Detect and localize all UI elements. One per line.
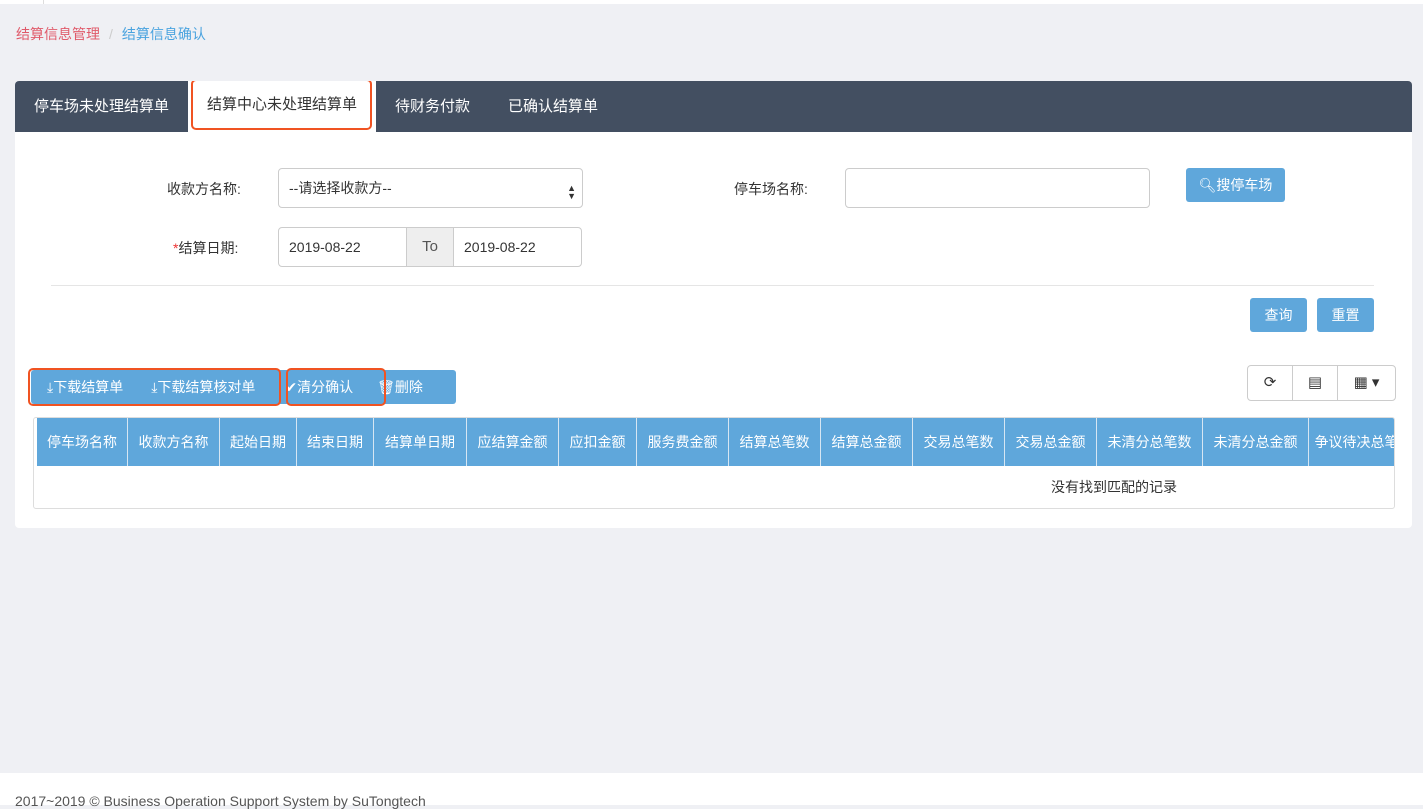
column-header[interactable]: 结算单日期 [374, 418, 467, 466]
payee-select[interactable]: --请选择收款方-- ▲ ▼ [278, 168, 583, 208]
column-header[interactable]: 结算总金额 [821, 418, 913, 466]
table-header: 停车场名称 收款方名称 起始日期 结束日期 结算单日期 应结算金额 应扣金额 服务费金额 结算总… [37, 418, 1394, 466]
settlement-table: 停车场名称 收款方名称 起始日期 结束日期 结算单日期 应结算金额 应扣金额 服务费金额 结算总… [33, 417, 1395, 509]
payee-select-value: --请选择收款方-- [289, 180, 392, 196]
tab-parking-unprocessed[interactable]: 停车场未处理结算单 [15, 81, 188, 132]
tab-center-unprocessed[interactable]: 结算中心未处理结算单 [188, 81, 377, 132]
tab-pending-payment[interactable]: 待财务付款 [376, 81, 489, 132]
column-header[interactable]: 应结算金额 [467, 418, 559, 466]
refresh-icon[interactable]: ⟳ [1248, 366, 1293, 400]
main-card: 停车场未处理结算单 结算中心未处理结算单 待财务付款 已确认结算单 收款方名称:… [15, 81, 1412, 528]
date-from-input[interactable]: 2019-08-22 [278, 227, 407, 267]
top-bar [0, 0, 1423, 4]
list-view-icon[interactable]: ▤ [1293, 366, 1338, 400]
payee-label: 收款方名称: [167, 181, 241, 197]
highlight-confirm [286, 368, 386, 406]
column-header[interactable]: 未清分总笔数 [1097, 418, 1203, 466]
empty-message: 没有找到匹配的记录 [1051, 479, 1177, 495]
parking-label: 停车场名称: [734, 181, 808, 197]
date-to-input[interactable]: 2019-08-22 [453, 227, 582, 267]
query-button[interactable]: 查询 [1250, 298, 1307, 332]
search-parking-button[interactable]: 🔍︎搜停车场 [1186, 168, 1285, 202]
columns-dropdown-icon[interactable]: ▦ ▾ [1338, 366, 1395, 400]
parking-name-input[interactable] [845, 168, 1150, 208]
footer: 2017~2019 © Business Operation Support S… [0, 773, 1423, 809]
reset-button[interactable]: 重置 [1317, 298, 1374, 332]
breadcrumb-current: 结算信息确认 [121, 26, 206, 42]
column-header[interactable]: 服务费金额 [637, 418, 729, 466]
scrollbar[interactable] [1413, 4, 1423, 773]
date-to-addon: To [406, 227, 454, 267]
tab-bar: 停车场未处理结算单 结算中心未处理结算单 待财务付款 已确认结算单 [15, 81, 1412, 132]
column-header[interactable]: 未清分总金额 [1203, 418, 1309, 466]
select-arrow-down-icon: ▼ [567, 191, 576, 201]
column-header[interactable]: 应扣金额 [559, 418, 637, 466]
column-header[interactable]: 争议待决总笔数 [1309, 418, 1395, 466]
breadcrumb-parent[interactable]: 结算信息管理 [16, 26, 100, 42]
column-header[interactable]: 结束日期 [297, 418, 374, 466]
divider [51, 285, 1374, 286]
column-header[interactable]: 交易总笔数 [913, 418, 1005, 466]
date-label: *结算日期: [173, 240, 239, 256]
column-header[interactable]: 结算总笔数 [729, 418, 821, 466]
highlight-download [28, 368, 281, 406]
breadcrumb: 结算信息管理 / 结算信息确认 [16, 26, 206, 42]
search-icon: 🔍︎ [1198, 177, 1217, 193]
column-header[interactable]: 收款方名称 [128, 418, 220, 466]
column-header[interactable]: 停车场名称 [37, 418, 128, 466]
column-header[interactable]: 起始日期 [220, 418, 297, 466]
tab-confirmed[interactable]: 已确认结算单 [489, 81, 617, 132]
table-view-controls: ⟳ ▤ ▦ ▾ [1247, 365, 1396, 401]
column-header[interactable]: 交易总金额 [1005, 418, 1097, 466]
